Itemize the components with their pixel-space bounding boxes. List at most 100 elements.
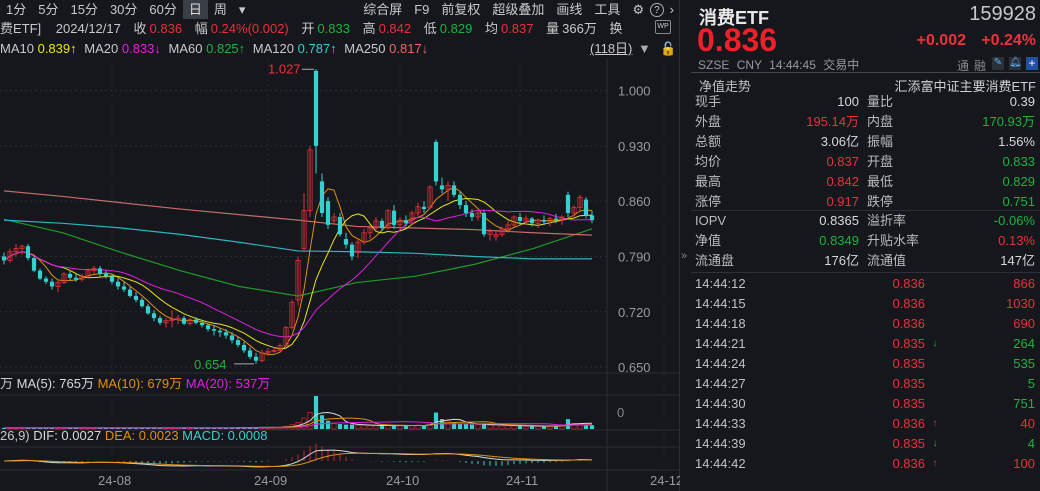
- stat-row: IOPV 0.8365 溢折率 -0.06%: [695, 211, 1035, 231]
- period-tab-4[interactable]: 60分: [143, 0, 182, 19]
- candle-body: [205, 325, 211, 330]
- stat-row: 流通盘 176亿 流通值 147亿: [695, 251, 1035, 271]
- candle-body: [337, 216, 343, 235]
- more-periods-dropdown[interactable]: ▾: [233, 0, 252, 19]
- stat-row: 外盘 195.14万 内盘 170.93万: [695, 112, 1035, 132]
- stat-value: 0.833: [1002, 154, 1035, 169]
- change-value: 0.24%(0.002): [210, 21, 289, 36]
- candle-body: [199, 322, 205, 326]
- price-tick-label: 0.720: [618, 305, 651, 320]
- volume-axis-zero: 0: [617, 405, 625, 420]
- quote-meta: SZSE CNY 14:44:45 交易中: [698, 56, 859, 73]
- chevron-right-icon[interactable]: ›: [664, 0, 680, 19]
- tool-button-3[interactable]: 超级叠加: [486, 0, 550, 19]
- candle-body: [157, 318, 163, 323]
- range-days-button[interactable]: (118日): [590, 39, 632, 59]
- candle-body: [217, 330, 223, 333]
- tick-volume: 264: [1013, 336, 1035, 351]
- stat-value: 147亿: [1000, 253, 1035, 268]
- vol-ma20: MA(20): 537万: [185, 376, 271, 391]
- tool-button-0[interactable]: 综合屏: [357, 0, 408, 19]
- candle-body: [451, 185, 457, 195]
- stat-label: 量比: [867, 94, 894, 109]
- stat-label: 总额: [695, 134, 722, 149]
- edit-icon[interactable]: ✎: [992, 57, 1004, 70]
- volume-value: 366万: [562, 21, 597, 36]
- candle-body: [127, 289, 133, 296]
- candle-body: [115, 281, 121, 287]
- volume-label: 量: [546, 21, 560, 36]
- tick-volume: 751: [1013, 396, 1035, 411]
- volume-bar: [397, 425, 403, 430]
- stat-value: 0.13%: [998, 233, 1035, 248]
- tool-button-1[interactable]: F9: [408, 0, 435, 19]
- tick-arrow: [925, 314, 945, 334]
- bar-date: 2024/12/17: [55, 21, 121, 36]
- volume-legend: 万 MA(5): 765万 MA(10): 679万 MA(20): 537万: [0, 375, 270, 393]
- volume-bar: [337, 424, 343, 429]
- quote-code: 159928: [969, 3, 1036, 25]
- period-tab-5[interactable]: 日: [182, 0, 208, 19]
- vol-ma5: MA(5): 765万: [16, 376, 94, 391]
- candle-body: [193, 319, 199, 323]
- stat-label: 均价: [695, 154, 722, 169]
- max-price-label: 1.027: [268, 61, 301, 76]
- arrow-down-icon: ↓: [932, 338, 938, 349]
- tick-row: 14:44:24 0.835 535: [695, 354, 1035, 374]
- stat-row: 现手 100 量比 0.39: [695, 92, 1035, 112]
- stat-value: 100: [837, 94, 859, 109]
- tick-row: 14:44:42 0.836 ↑ 100: [695, 454, 1035, 474]
- tick-volume: 1030: [1006, 296, 1035, 311]
- tick-row: 14:44:15 0.836 1030: [695, 294, 1035, 314]
- help-icon[interactable]: ?: [650, 2, 664, 17]
- volume-bar: [499, 425, 505, 430]
- volume-bar: [463, 424, 469, 429]
- macd-legend: 26,9) DIF: 0.0027 DEA: 0.0023 MACD: 0.00…: [0, 427, 267, 445]
- ma20-value: 0.833↓: [121, 41, 161, 56]
- wp-icon[interactable]: WP: [655, 20, 671, 34]
- divider: [691, 272, 1040, 273]
- period-tab-3[interactable]: 30分: [104, 0, 143, 19]
- collapse-panel-button[interactable]: »: [681, 250, 687, 262]
- stat-label: 振幅: [867, 134, 894, 149]
- alert-bell-icon[interactable]: 🔔︎: [1009, 57, 1022, 70]
- add-watchlist-icon[interactable]: +: [1026, 57, 1038, 70]
- close-value: 0.836: [149, 21, 183, 36]
- volume-bar: [331, 423, 337, 430]
- tick-arrow: [925, 374, 945, 394]
- tool-button-5[interactable]: 工具: [588, 0, 626, 19]
- change-label: 幅: [194, 21, 208, 36]
- ma120-value: 0.787↑: [297, 41, 337, 56]
- volume-bar: [349, 424, 355, 429]
- candle-body: [439, 185, 445, 190]
- candle-body: [97, 268, 103, 274]
- candle-body: [247, 350, 253, 357]
- volume-bar: [457, 423, 463, 429]
- ma-legend: MA10 0.839↑ MA20 0.833↓ MA60 0.825↑ MA12…: [0, 39, 680, 59]
- avg-value: 0.837: [500, 21, 534, 36]
- gear-icon[interactable]: ⚙: [626, 0, 650, 19]
- candle-body: [565, 194, 571, 214]
- candle-body: [517, 216, 523, 221]
- volume-bar: [433, 412, 439, 429]
- period-tab-6[interactable]: 周: [208, 0, 233, 19]
- stat-label: 净值: [695, 233, 722, 248]
- etf-stats-grid: IOPV 0.8365 溢折率 -0.06% 净值 0.8349 升贴水率 0.…: [695, 211, 1035, 271]
- period-tab-1[interactable]: 5分: [32, 0, 64, 19]
- tick-row: 14:44:18 0.836 690: [695, 314, 1035, 334]
- candle-body: [235, 340, 241, 345]
- turnover-label: 换: [609, 21, 623, 36]
- unlock-icon[interactable]: 🔓: [660, 39, 676, 59]
- quote-panel: 消费ETF 159928 0.836 +0.002 +0.24% SZSE CN…: [681, 0, 1040, 491]
- tick-volume: 535: [1013, 356, 1035, 371]
- tool-button-2[interactable]: 前复权: [435, 0, 486, 19]
- candle-body: [67, 273, 73, 278]
- stat-value: 0.842: [826, 174, 859, 189]
- dropdown-triangle-icon[interactable]: ▼: [638, 39, 651, 59]
- tool-button-4[interactable]: 画线: [550, 0, 588, 19]
- period-tab-2[interactable]: 15分: [64, 0, 103, 19]
- tick-time: 14:44:33: [695, 416, 746, 431]
- volume-bar: [517, 425, 523, 429]
- period-tab-0[interactable]: 1分: [0, 0, 32, 19]
